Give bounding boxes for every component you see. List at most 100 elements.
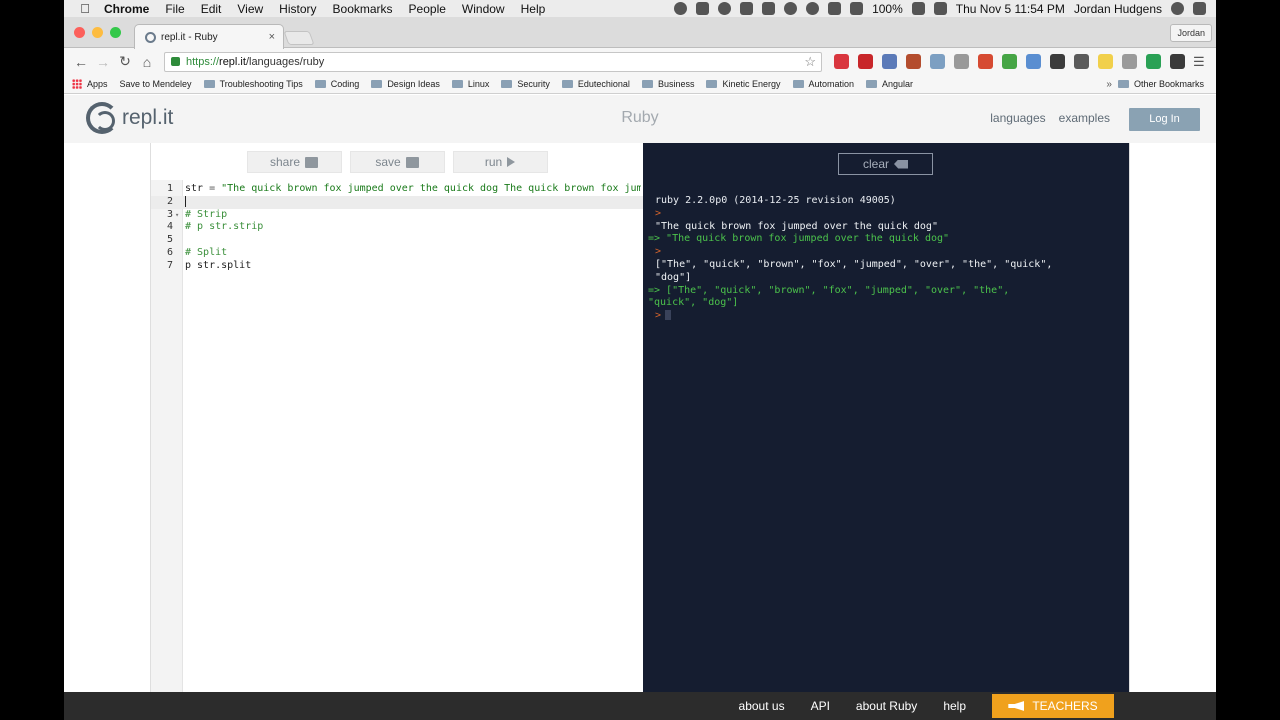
time-machine-icon[interactable]: [806, 2, 820, 15]
clear-button[interactable]: clear: [838, 153, 933, 175]
notification-center-icon[interactable]: [1193, 2, 1206, 15]
other-bookmarks[interactable]: Other Bookmarks: [1117, 79, 1204, 89]
console-panel[interactable]: clear ruby 2.2.0p0 (2014-12-25 revision …: [643, 143, 1129, 692]
menu-window[interactable]: Window: [462, 2, 505, 16]
code-line[interactable]: 4 # p str.strip: [151, 221, 643, 234]
bookmark-item[interactable]: Apps: [72, 79, 108, 89]
fold-arrow-icon[interactable]: ▾: [175, 209, 183, 222]
save-button[interactable]: save: [349, 151, 445, 173]
extension-icon[interactable]: [1026, 54, 1041, 69]
bookmark-item[interactable]: Edutechional: [561, 79, 630, 89]
menu-history[interactable]: History: [279, 2, 316, 16]
bookmark-item[interactable]: Troubleshooting Tips: [203, 79, 303, 89]
footer-about-ruby[interactable]: about Ruby: [856, 699, 917, 713]
gear-tray-icon[interactable]: [784, 2, 798, 15]
extension-icon[interactable]: [858, 54, 873, 69]
extension-icon[interactable]: [978, 54, 993, 69]
chrome-menu-icon[interactable]: ☰: [1193, 54, 1205, 70]
console-prompt: >: [655, 310, 662, 322]
menu-bookmarks[interactable]: Bookmarks: [333, 2, 393, 16]
tab-close-icon[interactable]: ×: [269, 31, 275, 43]
footer-api[interactable]: API: [811, 699, 830, 713]
close-window-button[interactable]: [74, 27, 85, 38]
profile-button[interactable]: Jordan: [1170, 24, 1212, 42]
extension-icon[interactable]: [1074, 54, 1089, 69]
extension-icon[interactable]: [1050, 54, 1065, 69]
code-line[interactable]: 1 str = "The quick brown fox jumped over …: [151, 183, 643, 196]
extension-icon[interactable]: [954, 54, 969, 69]
spotlight-icon[interactable]: [1171, 2, 1184, 15]
tab-replit-ruby[interactable]: repl.it - Ruby ×: [134, 24, 284, 49]
code-editor-panel: share save run 1 str = "The quick brown …: [151, 143, 643, 692]
new-tab-button[interactable]: [283, 31, 315, 45]
home-icon[interactable]: ⌂: [136, 54, 158, 70]
grid-app-icon[interactable]: [696, 2, 710, 15]
menu-chrome[interactable]: Chrome: [104, 2, 149, 16]
console-output[interactable]: ruby 2.2.0p0 (2014-12-25 revision 49005)…: [648, 195, 1118, 323]
bluetooth-icon[interactable]: [828, 2, 842, 15]
nav-languages[interactable]: languages: [990, 111, 1045, 125]
menubar-clock[interactable]: Thu Nov 5 11:54 PM: [956, 2, 1065, 16]
menubar-user[interactable]: Jordan Hudgens: [1074, 2, 1162, 16]
extension-icon[interactable]: [906, 54, 921, 69]
extension-icon[interactable]: [930, 54, 945, 69]
battery-icon[interactable]: [911, 2, 925, 15]
share-label: share: [269, 155, 301, 169]
reload-icon[interactable]: ↻: [114, 53, 136, 70]
maximize-window-button[interactable]: [110, 27, 121, 38]
drive-icon[interactable]: [740, 2, 754, 15]
creative-cloud-icon[interactable]: [674, 2, 688, 15]
teachers-button[interactable]: TEACHERS: [992, 694, 1114, 718]
bookmark-item[interactable]: Angular: [866, 79, 913, 89]
bookmarks-overflow-chevron[interactable]: »: [1106, 79, 1112, 90]
address-bar[interactable]: https:// repl.it /languages/ruby ☆: [164, 51, 822, 72]
code-token: # p str.strip: [185, 221, 264, 233]
extension-icon[interactable]: [1146, 54, 1161, 69]
console-input-line[interactable]: >: [655, 310, 1118, 323]
code-area[interactable]: 1 str = "The quick brown fox jumped over …: [151, 180, 643, 692]
bookmark-item[interactable]: Security: [501, 79, 550, 89]
extension-icon[interactable]: [1002, 54, 1017, 69]
share-button[interactable]: share: [246, 151, 342, 173]
bookmark-star-icon[interactable]: ☆: [804, 54, 816, 70]
code-line[interactable]: 5: [151, 234, 643, 247]
bookmark-item[interactable]: Save to Mendeley: [64, 79, 192, 105]
menu-edit[interactable]: Edit: [201, 2, 222, 16]
wifi-icon[interactable]: [850, 2, 864, 15]
menu-people[interactable]: People: [409, 2, 446, 16]
nav-examples[interactable]: examples: [1059, 111, 1110, 125]
menu-help[interactable]: Help: [521, 2, 546, 16]
apple-icon[interactable]: : [78, 1, 92, 16]
bookmark-item[interactable]: Coding: [314, 79, 359, 89]
bookmark-item[interactable]: Linux: [451, 79, 489, 89]
folder-icon: [641, 80, 653, 88]
keyboard-icon[interactable]: [933, 2, 947, 15]
text-cursor: [185, 195, 186, 207]
extension-icon[interactable]: [1170, 54, 1185, 69]
login-button[interactable]: Log In: [1129, 108, 1200, 131]
extension-icon[interactable]: [882, 54, 897, 69]
extension-icon[interactable]: [1122, 54, 1137, 69]
code-lines[interactable]: 1 str = "The quick brown fox jumped over …: [151, 183, 643, 273]
footer-about-us[interactable]: about us: [739, 699, 785, 713]
code-line[interactable]: 3 ▾ # Strip: [151, 209, 643, 222]
battery-percent[interactable]: 100%: [872, 2, 903, 16]
forward-arrow-icon[interactable]: →: [92, 54, 114, 70]
bookmark-item[interactable]: Design Ideas: [371, 79, 440, 89]
footer-help[interactable]: help: [943, 699, 966, 713]
menu-file[interactable]: File: [165, 2, 184, 16]
code-line[interactable]: 7 p str.split: [151, 260, 643, 273]
back-arrow-icon[interactable]: ←: [70, 54, 92, 70]
bookmark-item[interactable]: Kinetic Energy: [706, 79, 781, 89]
run-button[interactable]: run: [452, 151, 548, 173]
sync-icon[interactable]: [718, 2, 732, 15]
bookmark-item[interactable]: Automation: [792, 79, 854, 89]
code-line[interactable]: 2: [151, 195, 643, 209]
code-line[interactable]: 6 # Split: [151, 247, 643, 260]
extension-icon[interactable]: [1098, 54, 1113, 69]
minimize-window-button[interactable]: [92, 27, 103, 38]
extension-icon[interactable]: [834, 54, 849, 69]
cast-icon[interactable]: [762, 2, 776, 15]
bookmark-item[interactable]: Business: [641, 79, 694, 89]
menu-view[interactable]: View: [237, 2, 263, 16]
